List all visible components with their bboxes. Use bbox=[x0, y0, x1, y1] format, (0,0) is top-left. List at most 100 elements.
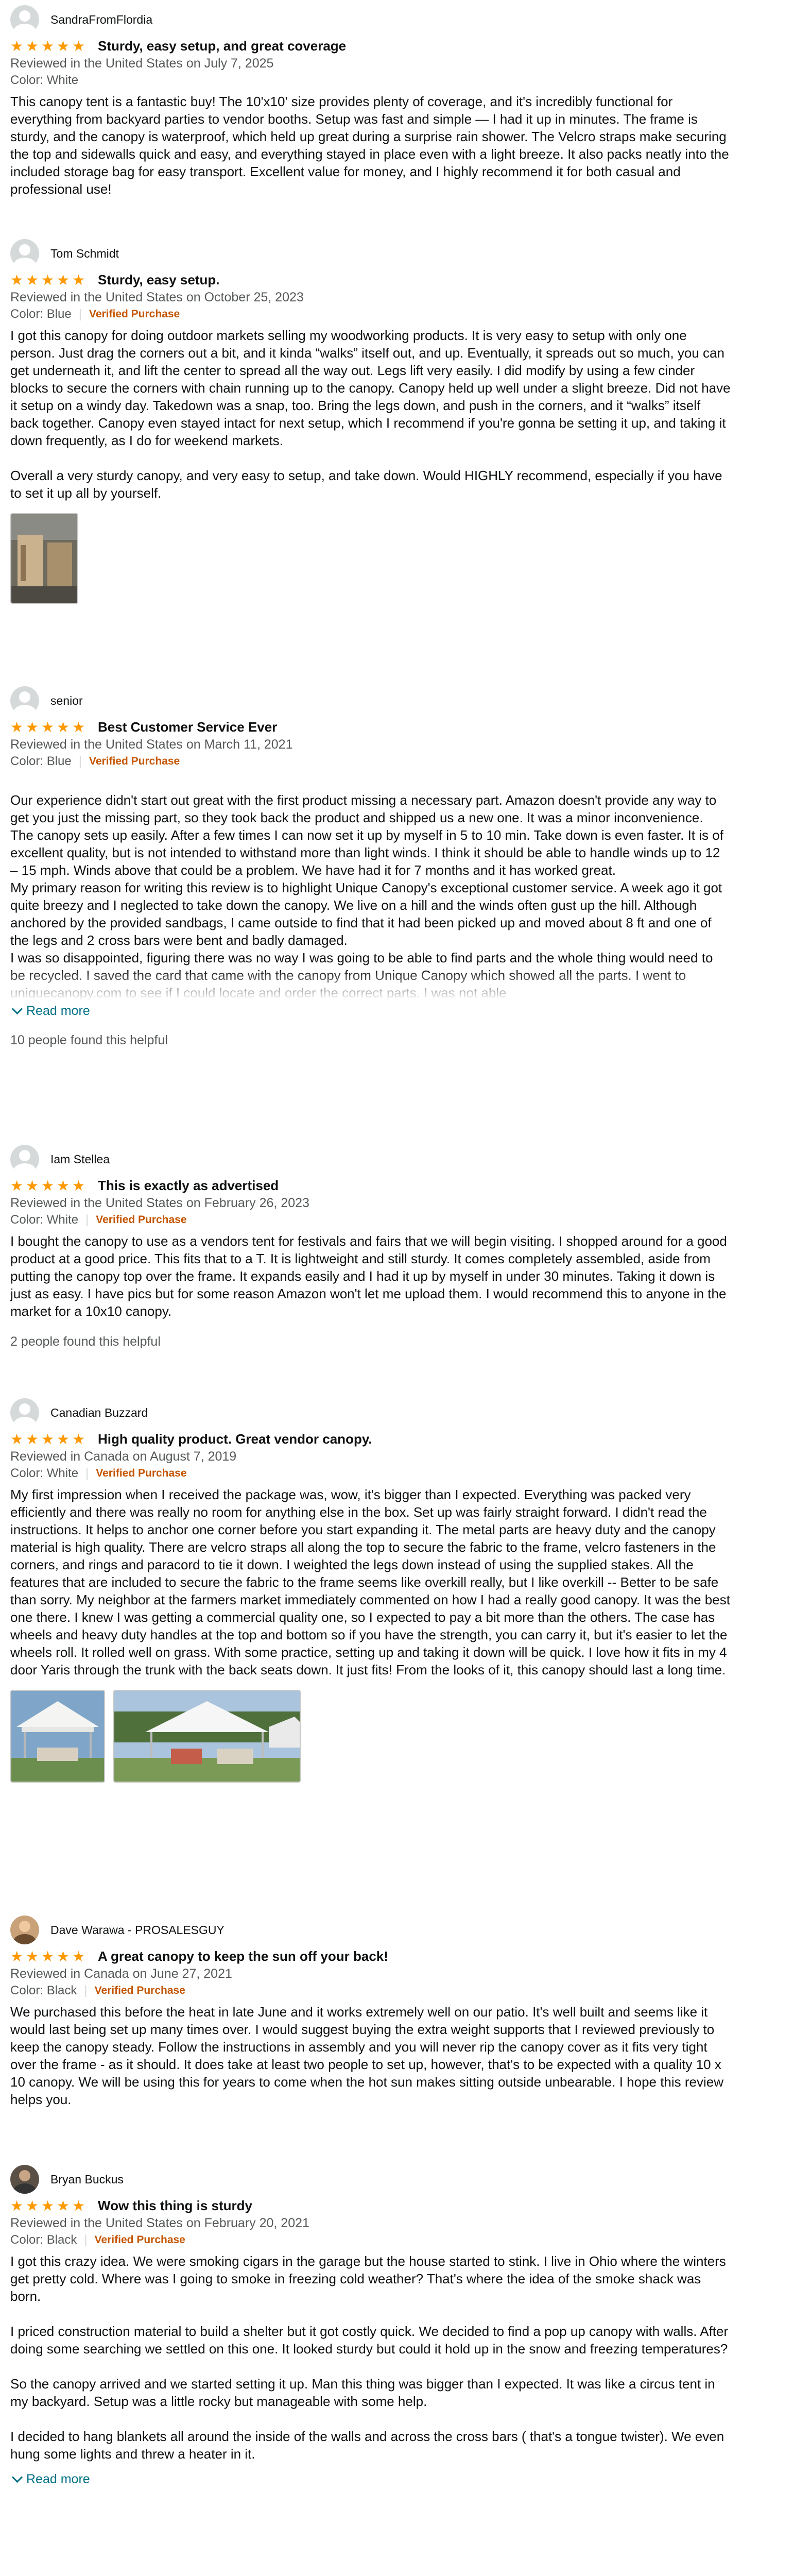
star-icon: ★ bbox=[26, 719, 39, 735]
product-color: Color: Black bbox=[10, 1984, 77, 1997]
reviewer-name[interactable]: SandraFromFlordia bbox=[50, 13, 152, 27]
star-icon: ★ bbox=[10, 1177, 24, 1194]
avatar[interactable] bbox=[10, 2165, 39, 2194]
star-icon: ★ bbox=[26, 1948, 39, 1964]
star-icon: ★ bbox=[10, 272, 24, 288]
avatar[interactable] bbox=[10, 686, 39, 715]
review-header: Dave Warawa - PROSALESGUY bbox=[10, 1914, 731, 1945]
star-icon: ★ bbox=[57, 719, 70, 735]
avatar[interactable] bbox=[10, 1145, 39, 1174]
verified-purchase-badge: Verified Purchase bbox=[89, 755, 180, 767]
star-icon: ★ bbox=[10, 1431, 24, 1447]
review-body: My first impression when I received the … bbox=[10, 1487, 730, 1677]
review: Tom Schmidt ★ ★ ★ ★ ★ Sturdy, easy setup… bbox=[10, 238, 731, 604]
review-body: We purchased this before the heat in lat… bbox=[10, 2004, 724, 2107]
divider: | bbox=[78, 754, 82, 768]
review-title[interactable]: This is exactly as advertised bbox=[98, 1178, 279, 1194]
review: SandraFromFlordia ★ ★ ★ ★ ★ Sturdy, easy… bbox=[10, 4, 731, 198]
review-body: I bought the canopy to use as a vendors … bbox=[10, 1233, 727, 1319]
review-header: Canadian Buzzard bbox=[10, 1397, 731, 1428]
star-rating[interactable]: ★ ★ ★ ★ ★ bbox=[10, 1948, 88, 1964]
review-date: Reviewed in the United States on July 7,… bbox=[10, 56, 274, 71]
product-color: Color: Blue bbox=[10, 307, 72, 321]
review-title[interactable]: High quality product. Great vendor canop… bbox=[98, 1431, 372, 1447]
review-header: Bryan Buckus bbox=[10, 2164, 731, 2195]
star-icon: ★ bbox=[72, 1948, 85, 1964]
divider: | bbox=[84, 1984, 88, 1997]
review-date: Reviewed in the United States on Februar… bbox=[10, 1196, 309, 1210]
review-date: Reviewed in the United States on October… bbox=[10, 290, 304, 304]
review-header: senior bbox=[10, 685, 731, 716]
review-title[interactable]: Sturdy, easy setup. bbox=[98, 272, 220, 288]
review: senior ★ ★ ★ ★ ★ Best Customer Service E… bbox=[10, 685, 731, 1048]
reviewer-name[interactable]: Canadian Buzzard bbox=[50, 1406, 148, 1420]
star-rating[interactable]: ★ ★ ★ ★ ★ bbox=[10, 719, 88, 735]
star-rating[interactable]: ★ ★ ★ ★ ★ bbox=[10, 1178, 88, 1194]
review-image-thumbnail bbox=[11, 1691, 104, 1782]
chevron-down-icon bbox=[11, 2471, 23, 2483]
star-icon: ★ bbox=[26, 1431, 39, 1447]
review-image-thumbnail bbox=[114, 1691, 300, 1782]
star-rating[interactable]: ★ ★ ★ ★ ★ bbox=[10, 38, 88, 54]
avatar[interactable] bbox=[10, 5, 39, 34]
product-color: Color: White bbox=[10, 1466, 79, 1480]
star-icon: ★ bbox=[72, 1431, 85, 1447]
verified-purchase-badge: Verified Purchase bbox=[94, 1985, 185, 1996]
star-icon: ★ bbox=[10, 2197, 24, 2214]
verified-purchase-badge: Verified Purchase bbox=[96, 1214, 187, 1226]
review-date: Reviewed in Canada on June 27, 2021 bbox=[10, 1967, 232, 1981]
avatar[interactable] bbox=[10, 1398, 39, 1427]
reviewer-name[interactable]: Iam Stellea bbox=[50, 1153, 110, 1166]
star-icon: ★ bbox=[10, 38, 24, 54]
star-icon: ★ bbox=[72, 2197, 85, 2214]
review-date: Reviewed in the United States on Februar… bbox=[10, 2216, 309, 2230]
review-image[interactable] bbox=[10, 1690, 105, 1783]
review-body: This canopy tent is a fantastic buy! The… bbox=[10, 94, 729, 197]
helpful-count: 2 people found this helpful bbox=[10, 1334, 161, 1349]
read-more-link[interactable]: Read more bbox=[10, 2471, 731, 2487]
reviewer-name[interactable]: Tom Schmidt bbox=[50, 247, 119, 261]
product-color: Color: Black bbox=[10, 2233, 77, 2247]
star-rating[interactable]: ★ ★ ★ ★ ★ bbox=[10, 272, 88, 288]
divider: | bbox=[84, 2233, 88, 2247]
read-more-link[interactable]: Read more bbox=[10, 1003, 731, 1019]
helpful-count: 10 people found this helpful bbox=[10, 1033, 168, 1047]
avatar[interactable] bbox=[10, 1916, 39, 1944]
reviewer-name[interactable]: Dave Warawa - PROSALESGUY bbox=[50, 1923, 225, 1937]
star-icon: ★ bbox=[57, 2197, 70, 2214]
review-image[interactable] bbox=[113, 1690, 301, 1783]
star-icon: ★ bbox=[26, 1177, 39, 1194]
review-title[interactable]: Best Customer Service Ever bbox=[98, 719, 277, 735]
star-icon: ★ bbox=[57, 272, 70, 288]
review-title[interactable]: Wow this thing is sturdy bbox=[98, 2198, 252, 2214]
star-rating[interactable]: ★ ★ ★ ★ ★ bbox=[10, 1431, 88, 1447]
star-icon: ★ bbox=[57, 1177, 70, 1194]
divider: | bbox=[78, 307, 82, 321]
star-icon: ★ bbox=[41, 1431, 55, 1447]
review-title[interactable]: A great canopy to keep the sun off your … bbox=[98, 1948, 388, 1964]
star-icon: ★ bbox=[26, 2197, 39, 2214]
star-icon: ★ bbox=[72, 272, 85, 288]
review-image[interactable] bbox=[10, 513, 78, 604]
review-title[interactable]: Sturdy, easy setup, and great coverage bbox=[98, 38, 346, 54]
star-icon: ★ bbox=[26, 272, 39, 288]
chevron-down-icon bbox=[11, 1003, 23, 1015]
star-rating[interactable]: ★ ★ ★ ★ ★ bbox=[10, 2198, 88, 2214]
review-body: I got this crazy idea. We were smoking c… bbox=[10, 2253, 729, 2462]
divider: | bbox=[85, 1213, 89, 1227]
verified-purchase-badge: Verified Purchase bbox=[94, 2234, 185, 2246]
star-icon: ★ bbox=[10, 719, 24, 735]
star-icon: ★ bbox=[10, 1948, 24, 1964]
review-header: SandraFromFlordia bbox=[10, 4, 731, 35]
review-date: Reviewed in the United States on March 1… bbox=[10, 737, 293, 752]
reviewer-name[interactable]: senior bbox=[50, 694, 83, 708]
star-icon: ★ bbox=[26, 38, 39, 54]
review-header: Iam Stellea bbox=[10, 1144, 731, 1175]
reviewer-name[interactable]: Bryan Buckus bbox=[50, 2173, 124, 2187]
star-icon: ★ bbox=[72, 38, 85, 54]
star-icon: ★ bbox=[41, 719, 55, 735]
review-image-thumbnail bbox=[11, 514, 77, 603]
avatar[interactable] bbox=[10, 239, 39, 268]
product-color: Color: White bbox=[10, 73, 79, 87]
star-icon: ★ bbox=[57, 1948, 70, 1964]
